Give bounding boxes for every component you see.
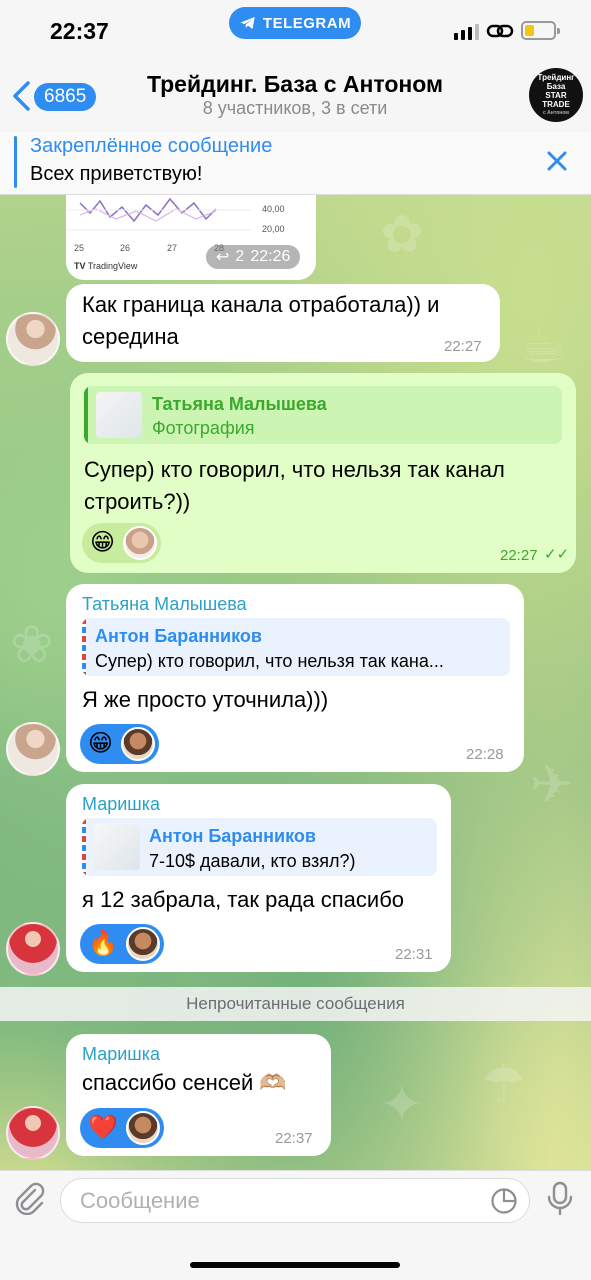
message-bubble[interactable]: Татьяна Малышева Антон Баранников Супер)… bbox=[66, 584, 524, 772]
message-text: Как граница канала отработала)) и середи… bbox=[82, 292, 440, 349]
chevron-left-icon[interactable] bbox=[10, 80, 32, 112]
chart-tick-y: 20,00 bbox=[262, 224, 285, 234]
reply-accent-bar bbox=[82, 618, 86, 676]
reaction-chip[interactable]: 😁 bbox=[82, 523, 162, 563]
avatar[interactable] bbox=[6, 312, 60, 366]
reaction-avatar bbox=[121, 727, 156, 761]
reply-text: Фотография bbox=[152, 418, 255, 438]
unread-messages-divider: Непрочитанные сообщения bbox=[0, 987, 591, 1021]
tradingview-logo: TV TradingView bbox=[74, 261, 137, 271]
chart-tick-x: 26 bbox=[120, 243, 131, 253]
reaction-emoji: 😁 bbox=[90, 529, 116, 556]
status-time: 22:37 bbox=[50, 18, 109, 44]
read-checkmarks-icon: ✓✓ bbox=[544, 546, 570, 563]
telegram-pill[interactable]: TELEGRAM bbox=[229, 7, 361, 39]
home-indicator bbox=[190, 1262, 400, 1268]
reaction-emoji: 🔥 bbox=[88, 930, 118, 957]
reply-author: Антон Баранников bbox=[149, 826, 316, 846]
reply-accent-bar bbox=[82, 818, 86, 876]
message-input[interactable]: Сообщение bbox=[60, 1178, 530, 1223]
message-time: 22:31 bbox=[395, 946, 433, 963]
microphone-icon[interactable] bbox=[546, 1181, 574, 1217]
reaction-chip[interactable]: 🔥 bbox=[80, 924, 164, 964]
message-bubble[interactable]: Как граница канала отработала)) и середи… bbox=[66, 284, 500, 362]
message-text: Супер) кто говорил, что нельзя так канал… bbox=[84, 457, 505, 514]
message-sender[interactable]: Маришка bbox=[82, 794, 160, 815]
message-text: Я же просто уточнила))) bbox=[82, 687, 329, 712]
avatar[interactable] bbox=[6, 1106, 60, 1160]
chat-title[interactable]: Трейдинг. База с Антоном bbox=[100, 71, 490, 98]
doodle-icon: ☕ bbox=[520, 316, 567, 374]
message-sender[interactable]: Татьяна Малышева bbox=[82, 594, 247, 615]
reply-quote[interactable]: Антон Баранников Супер) кто говорил, что… bbox=[82, 618, 510, 676]
reaction-chip[interactable]: ❤️ bbox=[80, 1108, 164, 1148]
chart-tick-x: 27 bbox=[167, 243, 178, 253]
message-sender[interactable]: Маришка bbox=[82, 1044, 160, 1065]
avatar-line-2: База bbox=[546, 81, 566, 91]
telegram-icon bbox=[240, 17, 255, 29]
message-bubble[interactable]: Маришка спассибо сенсей 🫶🏼 ❤️ 22:37 bbox=[66, 1034, 331, 1156]
message-text: спассибо сенсей 🫶🏼 bbox=[82, 1070, 287, 1095]
message-time: 22:27 bbox=[500, 547, 538, 564]
link-icon bbox=[486, 24, 514, 38]
message-time: 22:27 bbox=[444, 338, 482, 355]
pinned-message-bar[interactable]: Закреплённое сообщение Всех приветствую! bbox=[0, 132, 591, 195]
sticker-icon[interactable] bbox=[490, 1187, 518, 1215]
reaction-chip[interactable]: 😁 bbox=[80, 724, 160, 764]
doodle-icon: ✦ bbox=[380, 1076, 424, 1134]
telegram-pill-label: TELEGRAM bbox=[262, 14, 352, 32]
close-icon[interactable] bbox=[546, 150, 568, 172]
reply-author: Антон Баранников bbox=[95, 626, 262, 646]
avatar-line-4: TRADE bbox=[542, 99, 570, 109]
message-chart[interactable]: 40,00 20,00 25 26 27 28 TV TradingView ↩… bbox=[66, 195, 316, 280]
tradingview-mark: TV bbox=[74, 261, 86, 271]
avatar[interactable] bbox=[6, 722, 60, 776]
reply-quote[interactable]: Антон Баранников 7-10$ давали, кто взял?… bbox=[82, 818, 437, 876]
reply-text: 7-10$ давали, кто взял?) bbox=[149, 851, 356, 871]
status-bar: 22:37 TELEGRAM bbox=[0, 0, 591, 60]
reply-photo-thumbnail bbox=[94, 824, 140, 870]
avatar-line-3: STAR bbox=[545, 90, 567, 100]
message-time: 22:28 bbox=[466, 746, 504, 763]
thread-replies-pill[interactable]: ↩ 2 22:26 bbox=[206, 245, 301, 269]
message-time: 22:26 bbox=[250, 248, 291, 265]
avatar-line-1: Трейдинг bbox=[537, 72, 575, 82]
message-text: я 12 забрала, так рада спасибо bbox=[82, 887, 405, 912]
paperclip-icon[interactable] bbox=[12, 1181, 46, 1215]
doodle-icon: ✈ bbox=[530, 756, 574, 814]
reaction-emoji: 😁 bbox=[88, 730, 114, 757]
tradingview-label: TradingView bbox=[87, 261, 138, 271]
reply-author: Татьяна Малышева bbox=[152, 394, 327, 414]
reaction-avatar bbox=[125, 927, 160, 961]
chart-tick-x: 25 bbox=[74, 243, 85, 253]
avatar-line-5: с Антоном bbox=[543, 109, 569, 116]
reply-accent-bar bbox=[84, 386, 88, 444]
reply-quote[interactable]: Татьяна Малышева Фотография bbox=[84, 386, 562, 444]
chat-subtitle: 8 участников, 3 в сети bbox=[202, 98, 388, 118]
pinned-title: Закреплённое сообщение bbox=[30, 135, 273, 157]
thread-replies-count: 2 bbox=[235, 248, 245, 265]
battery-icon bbox=[521, 21, 560, 40]
reply-text: Супер) кто говорил, что нельзя так кана.… bbox=[95, 651, 444, 671]
reaction-avatar bbox=[125, 1111, 160, 1145]
doodle-icon: ☂ bbox=[480, 1056, 527, 1114]
message-time: 22:37 bbox=[275, 1130, 313, 1147]
reply-photo-thumbnail bbox=[96, 392, 142, 438]
doodle-icon: ✿ bbox=[380, 206, 424, 264]
pinned-accent-bar bbox=[14, 136, 17, 188]
message-bubble-outgoing[interactable]: Татьяна Малышева Фотография Супер) кто г… bbox=[70, 373, 576, 573]
chat-avatar[interactable]: Трейдинг База STAR TRADE с Антоном bbox=[529, 68, 583, 122]
doodle-icon: ❀ bbox=[10, 616, 54, 674]
reaction-avatar bbox=[123, 526, 158, 560]
avatar[interactable] bbox=[6, 922, 60, 976]
pinned-text: Всех приветствую! bbox=[30, 163, 203, 185]
message-input-placeholder: Сообщение bbox=[80, 1187, 200, 1213]
chat-header: 6865 Трейдинг. База с Антоном 8 участник… bbox=[0, 60, 591, 132]
message-bubble[interactable]: Маришка Антон Баранников 7-10$ давали, к… bbox=[66, 784, 451, 972]
reaction-emoji: ❤️ bbox=[88, 1114, 118, 1141]
signal-icon bbox=[454, 24, 479, 40]
chart-tick-y: 40,00 bbox=[262, 204, 285, 214]
back-unread-badge[interactable]: 6865 bbox=[34, 83, 97, 111]
reply-arrow-icon: ↩ bbox=[216, 249, 230, 266]
